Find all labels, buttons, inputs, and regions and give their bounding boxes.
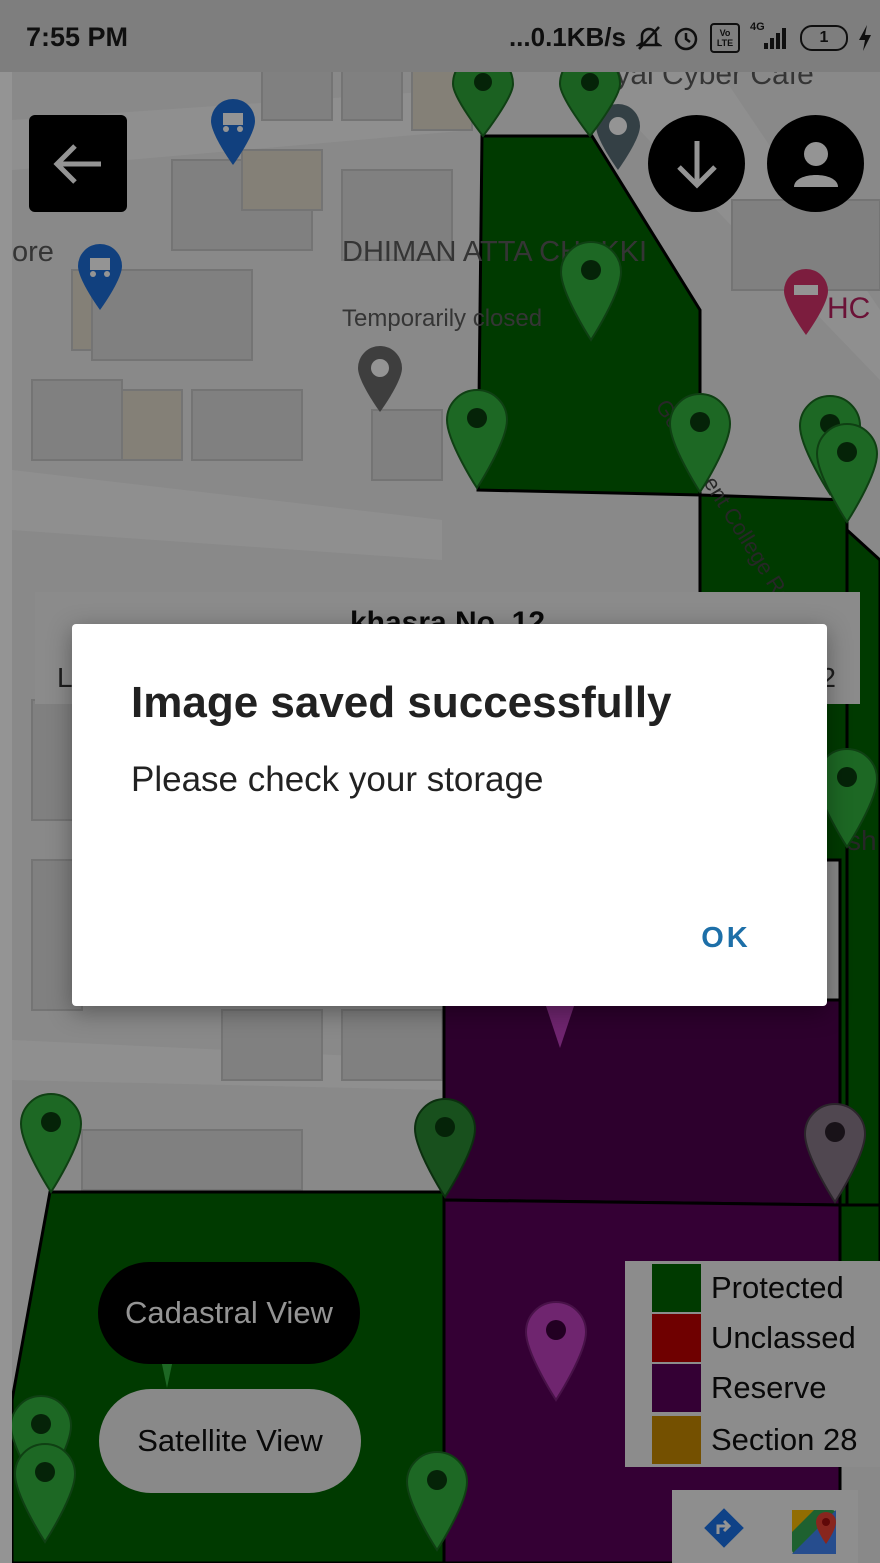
success-dialog: Image saved successfully Please check yo… bbox=[72, 624, 827, 1006]
ok-button[interactable]: OK bbox=[680, 912, 772, 964]
dialog-message: Please check your storage bbox=[131, 760, 544, 799]
app-screen: Royal Cyber Cafe DHIMAN ATTA CHAKKI Temp… bbox=[0, 0, 880, 1563]
dialog-title: Image saved successfully bbox=[131, 678, 672, 727]
